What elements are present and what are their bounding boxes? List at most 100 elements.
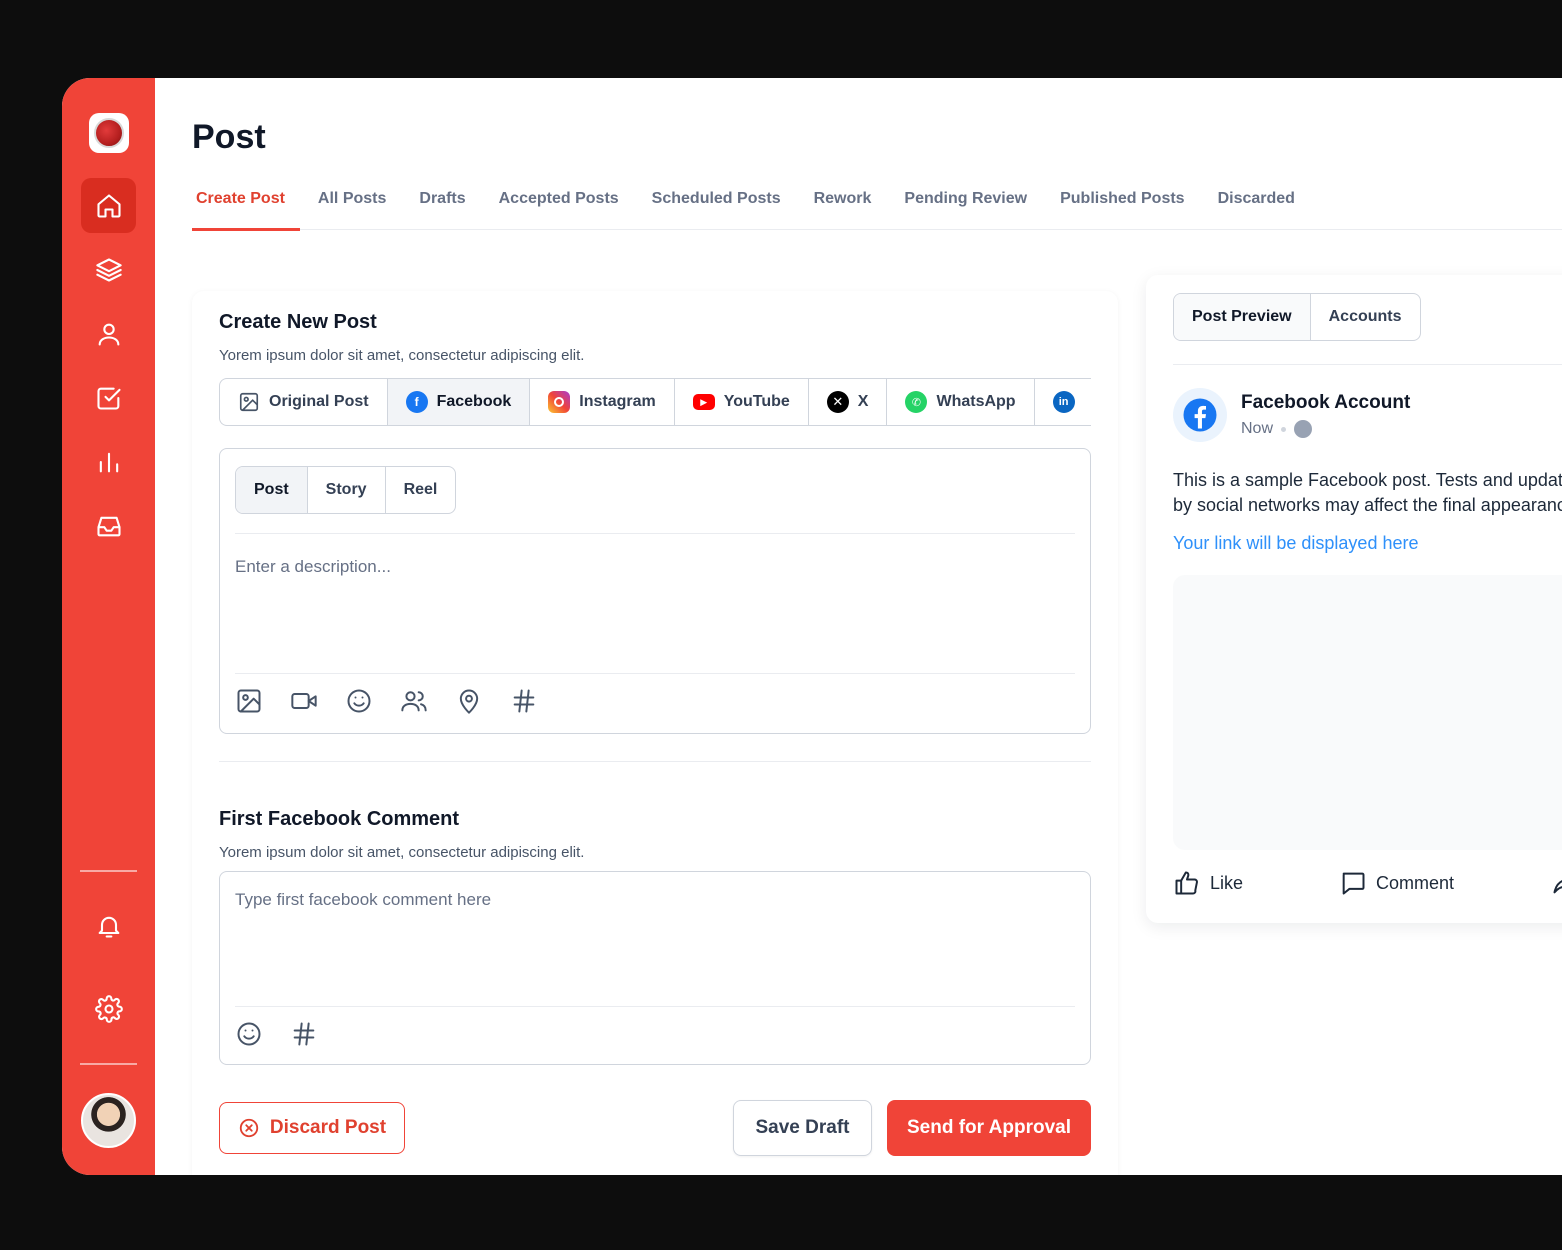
send-for-approval-button[interactable]: Send for Approval (887, 1100, 1091, 1156)
emoji-icon[interactable] (345, 687, 373, 715)
location-icon[interactable] (455, 687, 483, 715)
sidebar-item-home[interactable] (81, 178, 136, 233)
comment-subtitle: Yorem ipsum dolor sit amet, consectetur … (219, 844, 585, 861)
post-preview-panel: Post Preview Accounts Facebook Account N… (1146, 275, 1562, 923)
like-button[interactable]: Like (1173, 869, 1243, 897)
tab-post-preview[interactable]: Post Preview (1174, 294, 1311, 340)
platform-tab-whatsapp[interactable]: ✆ WhatsApp (887, 379, 1035, 425)
preview-link[interactable]: Your link will be displayed here (1173, 533, 1418, 554)
sidebar-item-notifications[interactable] (81, 898, 136, 953)
comment-icon (1342, 872, 1365, 895)
platform-tab-original[interactable]: Original Post (220, 379, 388, 425)
comment-toolbar (235, 1020, 318, 1048)
image-icon (239, 392, 259, 412)
post-type-reel[interactable]: Reel (386, 467, 456, 513)
tab-all-posts[interactable]: All Posts (314, 178, 401, 230)
description-input[interactable]: Enter a description... (235, 557, 391, 577)
share-icon (1553, 880, 1562, 894)
instagram-icon (548, 391, 571, 413)
preview-text: This is a sample Facebook post. Tests an… (1173, 468, 1562, 518)
platform-label: Instagram (579, 393, 656, 410)
layers-icon (95, 257, 122, 282)
sidebar-item-tasks[interactable] (81, 370, 136, 425)
comment-input[interactable]: Type first facebook comment here (235, 890, 491, 910)
globe-icon (1294, 420, 1313, 438)
platform-label: Original Post (269, 393, 369, 410)
gear-icon (94, 994, 123, 1023)
platform-tab-facebook[interactable]: f Facebook (387, 379, 531, 425)
create-post-subtitle: Yorem ipsum dolor sit amet, consectetur … (219, 347, 585, 364)
preview-text-line: This is a sample Facebook post. Tests an… (1173, 470, 1562, 490)
discard-label: Discard Post (269, 1117, 387, 1138)
checkbox-icon (96, 387, 121, 410)
sidebar-item-users[interactable] (81, 306, 136, 361)
editor-toolbar (235, 687, 538, 715)
sidebar (62, 78, 155, 1175)
tab-accepted-posts[interactable]: Accepted Posts (495, 178, 634, 230)
tab-accounts[interactable]: Accounts (1311, 294, 1420, 340)
platform-label: Facebook (436, 393, 512, 410)
brand-logo[interactable] (89, 113, 129, 153)
preview-text-line: by social networks may affect the final … (1173, 495, 1562, 515)
sidebar-item-layers[interactable] (81, 242, 136, 297)
media-placeholder (1173, 575, 1562, 850)
comment-title: First Facebook Comment (219, 808, 460, 830)
whatsapp-icon: ✆ (905, 391, 928, 413)
user-avatar[interactable] (81, 1093, 136, 1148)
facebook-icon: f (405, 391, 428, 413)
post-editor: Post Story Reel Enter a description... (219, 448, 1091, 734)
platform-tab-youtube[interactable]: ▶ YouTube (675, 379, 809, 425)
platform-tab-x[interactable]: ✕ X (809, 379, 888, 425)
image-icon[interactable] (235, 687, 263, 715)
linkedin-icon: in (1052, 391, 1075, 413)
platform-tab-instagram[interactable]: Instagram (530, 379, 675, 425)
account-name: Facebook Account (1241, 392, 1411, 413)
hashtag-icon[interactable] (510, 687, 538, 715)
sidebar-item-settings[interactable] (81, 981, 136, 1036)
preview-divider (1173, 364, 1562, 365)
platform-tab-linkedin[interactable]: in (1035, 379, 1075, 425)
hashtag-icon[interactable] (290, 1020, 318, 1048)
sidebar-item-analytics[interactable] (81, 434, 136, 489)
section-divider (219, 761, 1091, 762)
inbox-icon (96, 516, 121, 536)
home-icon (96, 193, 121, 218)
tab-rework[interactable]: Rework (810, 178, 887, 230)
save-draft-button[interactable]: Save Draft (733, 1100, 872, 1156)
editor-divider (235, 533, 1075, 534)
tab-scheduled-posts[interactable]: Scheduled Posts (648, 178, 796, 230)
discard-post-button[interactable]: Discard Post (219, 1102, 405, 1154)
video-icon[interactable] (290, 687, 318, 715)
tab-pending-review[interactable]: Pending Review (900, 178, 1042, 230)
app-window: Post Create Post All Posts Drafts Accept… (62, 78, 1562, 1175)
sidebar-item-inbox[interactable] (81, 498, 136, 553)
editor-divider (235, 1006, 1075, 1007)
x-icon: ✕ (826, 391, 849, 413)
tab-drafts[interactable]: Drafts (415, 178, 480, 230)
thumbs-up-icon (1175, 871, 1198, 895)
share-button[interactable] (1551, 869, 1562, 897)
platform-label: YouTube (723, 393, 790, 410)
tag-people-icon[interactable] (400, 687, 428, 715)
create-post-card: Create New Post Yorem ipsum dolor sit am… (192, 291, 1118, 1175)
platform-label: WhatsApp (936, 393, 1016, 410)
page-title: Post (192, 118, 266, 156)
create-post-title: Create New Post (219, 311, 377, 333)
tab-published-posts[interactable]: Published Posts (1056, 178, 1199, 230)
close-circle-icon (239, 1118, 259, 1138)
logo-mark (94, 118, 124, 148)
bell-icon (98, 916, 119, 938)
post-type-story[interactable]: Story (308, 467, 386, 513)
separator-dot (1281, 426, 1287, 432)
preview-tabs: Post Preview Accounts (1173, 293, 1421, 341)
platform-label: X (857, 393, 869, 410)
like-label: Like (1210, 872, 1244, 893)
tab-create-post[interactable]: Create Post (192, 178, 300, 231)
comment-button[interactable]: Comment (1339, 869, 1454, 897)
tab-discarded[interactable]: Discarded (1214, 178, 1310, 230)
emoji-icon[interactable] (235, 1020, 263, 1048)
platform-tabs: Original Post f Facebook Instagram ▶ You… (219, 378, 1091, 426)
post-type-post[interactable]: Post (236, 467, 308, 513)
comment-label: Comment (1376, 872, 1455, 893)
post-tabs: Create Post All Posts Drafts Accepted Po… (192, 178, 1562, 231)
